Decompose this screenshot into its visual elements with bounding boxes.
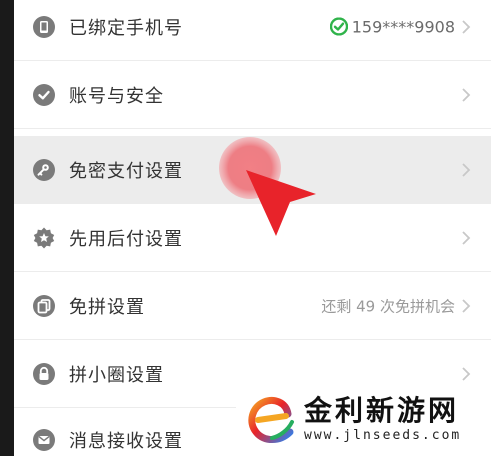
settings-item-label: 拼小圈设置 — [69, 364, 164, 386]
message-icon — [33, 428, 55, 451]
phone-icon — [33, 15, 55, 38]
bound-phone-value: 159****9908 — [329, 17, 455, 36]
settings-item-label: 免密支付设置 — [69, 160, 183, 182]
check-circle-icon — [329, 17, 348, 36]
settings-item-label: 先用后付设置 — [69, 228, 183, 250]
chevron-right-icon — [462, 298, 471, 313]
settings-item-bound-phone[interactable]: 已绑定手机号 159****9908 — [14, 0, 491, 61]
settings-item-label: 账号与安全 — [69, 85, 164, 107]
chevron-right-icon — [462, 162, 471, 177]
settings-item-account-security[interactable]: 账号与安全 — [14, 61, 491, 129]
settings-item-label: 消息接收设置 — [69, 430, 183, 452]
phone-number-text: 159****9908 — [351, 17, 455, 36]
watermark-logo-icon — [248, 397, 294, 443]
settings-item-pay-later[interactable]: 先用后付设置 — [14, 204, 491, 272]
chevron-right-icon — [462, 87, 471, 102]
settings-item-group-free[interactable]: 免拼设置 还剩 49 次免拼机会 — [14, 272, 491, 340]
watermark: 金利新游网 www.jlnseeds.com — [236, 384, 491, 456]
copy-icon — [33, 294, 55, 317]
watermark-url: www.jlnseeds.com — [304, 428, 462, 443]
settings-item-label: 已绑定手机号 — [69, 17, 183, 39]
watermark-text: 金利新游网 www.jlnseeds.com — [304, 395, 461, 445]
star-badge-icon — [33, 227, 55, 248]
settings-item-password-free-payment[interactable]: 免密支付设置 — [14, 136, 491, 204]
lock-icon — [33, 362, 55, 385]
shield-check-icon — [33, 83, 55, 106]
key-icon — [33, 158, 55, 181]
chevron-right-icon — [462, 19, 471, 34]
chevron-right-icon — [462, 366, 471, 381]
chevron-right-icon — [462, 230, 471, 245]
settings-item-label: 免拼设置 — [69, 296, 145, 318]
group-free-remaining: 还剩 49 次免拼机会 — [321, 297, 455, 315]
watermark-title: 金利新游网 — [304, 394, 460, 427]
